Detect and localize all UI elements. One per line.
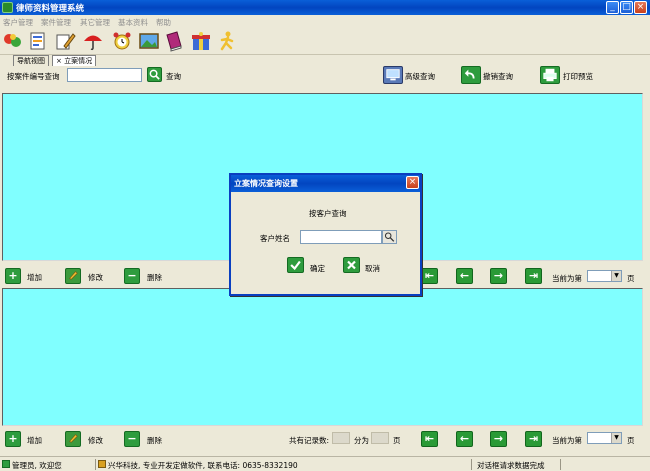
cancel-button[interactable]: 取消 [365, 263, 380, 274]
delete-button[interactable]: 删除 [147, 272, 162, 283]
dialog-heading: 按客户查询 [309, 209, 347, 218]
tab-strip: 导航视图 × 立案情况 [0, 55, 650, 66]
cancel-search-button[interactable]: 撤销查询 [483, 71, 513, 82]
detail-action-bar: + 增加 修改 − 删除 共有记录数: 分为 页 ⇤ ← → ⇥ 当前为第 ▼ … [0, 427, 650, 453]
previous-page-icon[interactable]: ← [456, 268, 473, 284]
first-page-icon[interactable]: ⇤ [421, 268, 438, 284]
current-page-select[interactable]: ▼ [587, 270, 622, 282]
people-icon[interactable] [2, 30, 24, 52]
print-preview-button[interactable]: 打印预览 [563, 71, 593, 82]
status-separator [95, 459, 96, 470]
current-page-label: 当前为第 [552, 274, 582, 283]
tab-case-filing[interactable]: × 立案情况 [52, 55, 97, 66]
status-bar: 管理员, 欢迎您 兴华科技, 专业开发定做软件, 联系电话: 0635-8332… [0, 456, 650, 471]
tab-navigation-view[interactable]: 导航视图 [13, 55, 49, 66]
search-bar: 按案件编号查询 查询 高级查询 撤销查询 打印预览 [0, 66, 650, 86]
case-number-input[interactable] [67, 68, 142, 82]
picture-icon[interactable] [138, 30, 160, 52]
case-number-label: 按案件编号查询 [7, 72, 60, 81]
menu-help[interactable]: 帮助 [156, 17, 171, 28]
monitor-icon[interactable] [383, 66, 403, 84]
dialog-title: 立案情况查询设置 [234, 179, 298, 188]
status-separator [471, 459, 472, 470]
edit-button[interactable]: 修改 [88, 435, 103, 446]
user-icon [2, 460, 10, 468]
total-records-label: 共有记录数: [289, 436, 330, 445]
menu-basic-data[interactable]: 基本资料 [118, 17, 148, 28]
total-records-value [332, 432, 350, 444]
status-message: 对话框请求数据完成 [477, 461, 545, 470]
menu-bar: 客户管理 案件管理 其它管理 基本资料 帮助 [0, 15, 650, 28]
maximize-button[interactable]: □ [620, 1, 633, 14]
umbrella-icon[interactable] [82, 30, 104, 52]
last-page-icon[interactable]: ⇥ [525, 431, 542, 447]
customer-name-label: 客户姓名 [260, 234, 290, 243]
menu-other[interactable]: 其它管理 [80, 17, 110, 28]
edit-document-icon[interactable] [54, 30, 76, 52]
minus-icon[interactable]: − [124, 431, 140, 447]
add-button[interactable]: 增加 [27, 272, 42, 283]
tab-close-icon[interactable]: × [56, 57, 62, 65]
plus-icon[interactable]: + [5, 431, 21, 447]
minimize-button[interactable]: _ [606, 1, 619, 14]
next-page-icon[interactable]: → [490, 268, 507, 284]
customer-name-input[interactable] [300, 230, 382, 244]
query-settings-dialog: 立案情况查询设置 × 按客户查询 客户姓名 确定 取消 [229, 173, 422, 296]
menu-case[interactable]: 案件管理 [41, 17, 71, 28]
menu-customer[interactable]: 客户管理 [3, 17, 33, 28]
chevron-down-icon[interactable]: ▼ [611, 433, 621, 443]
page-unit-label: 页 [627, 436, 635, 445]
print-preview-icon[interactable] [540, 66, 560, 84]
plus-icon[interactable]: + [5, 268, 21, 284]
first-page-icon[interactable]: ⇤ [421, 431, 438, 447]
book-icon[interactable] [163, 30, 185, 52]
pencil-icon[interactable] [65, 268, 81, 284]
app-icon [2, 2, 13, 13]
gift-icon[interactable] [190, 30, 212, 52]
previous-page-icon[interactable]: ← [456, 431, 473, 447]
document-icon[interactable] [27, 30, 49, 52]
company-icon [98, 460, 106, 468]
checkmark-icon[interactable] [287, 257, 304, 273]
alarm-clock-icon[interactable] [111, 30, 133, 52]
status-separator [560, 459, 561, 470]
exit-icon[interactable] [216, 30, 238, 52]
toolbar [0, 28, 650, 55]
split-label: 分为 [354, 436, 369, 445]
current-page-label: 当前为第 [552, 436, 582, 445]
edit-button[interactable]: 修改 [88, 272, 103, 283]
status-user: 管理员, 欢迎您 [12, 461, 62, 470]
pencil-icon[interactable] [65, 431, 81, 447]
delete-button[interactable]: 删除 [147, 435, 162, 446]
search-icon[interactable] [147, 67, 162, 82]
last-page-icon[interactable]: ⇥ [525, 268, 542, 284]
undo-icon[interactable] [461, 66, 481, 84]
chevron-down-icon[interactable]: ▼ [611, 271, 621, 281]
add-button[interactable]: 增加 [27, 435, 42, 446]
dialog-close-icon[interactable]: × [406, 176, 419, 189]
window-title: 律师资料管理系统 [16, 4, 85, 14]
page-unit-label: 页 [627, 274, 635, 283]
search-button-label[interactable]: 查询 [166, 71, 181, 82]
page-count-unit: 页 [393, 436, 401, 445]
dialog-title-bar: 立案情况查询设置 × [231, 175, 420, 192]
ok-button[interactable]: 确定 [310, 263, 325, 274]
current-page-select[interactable]: ▼ [587, 432, 622, 444]
advanced-search-button[interactable]: 高级查询 [405, 71, 435, 82]
detail-data-grid[interactable] [2, 288, 643, 426]
close-button[interactable]: × [634, 1, 647, 14]
title-bar: 律师资料管理系统 _ □ × [0, 0, 650, 15]
tab-case-filing-label: 立案情况 [64, 57, 93, 65]
minus-icon[interactable]: − [124, 268, 140, 284]
cross-icon[interactable] [343, 257, 360, 273]
next-page-icon[interactable]: → [490, 431, 507, 447]
status-company: 兴华科技, 专业开发定做软件, 联系电话: 0635-8332190 [108, 461, 298, 470]
page-count-value [371, 432, 389, 444]
lookup-search-icon[interactable] [382, 230, 397, 244]
